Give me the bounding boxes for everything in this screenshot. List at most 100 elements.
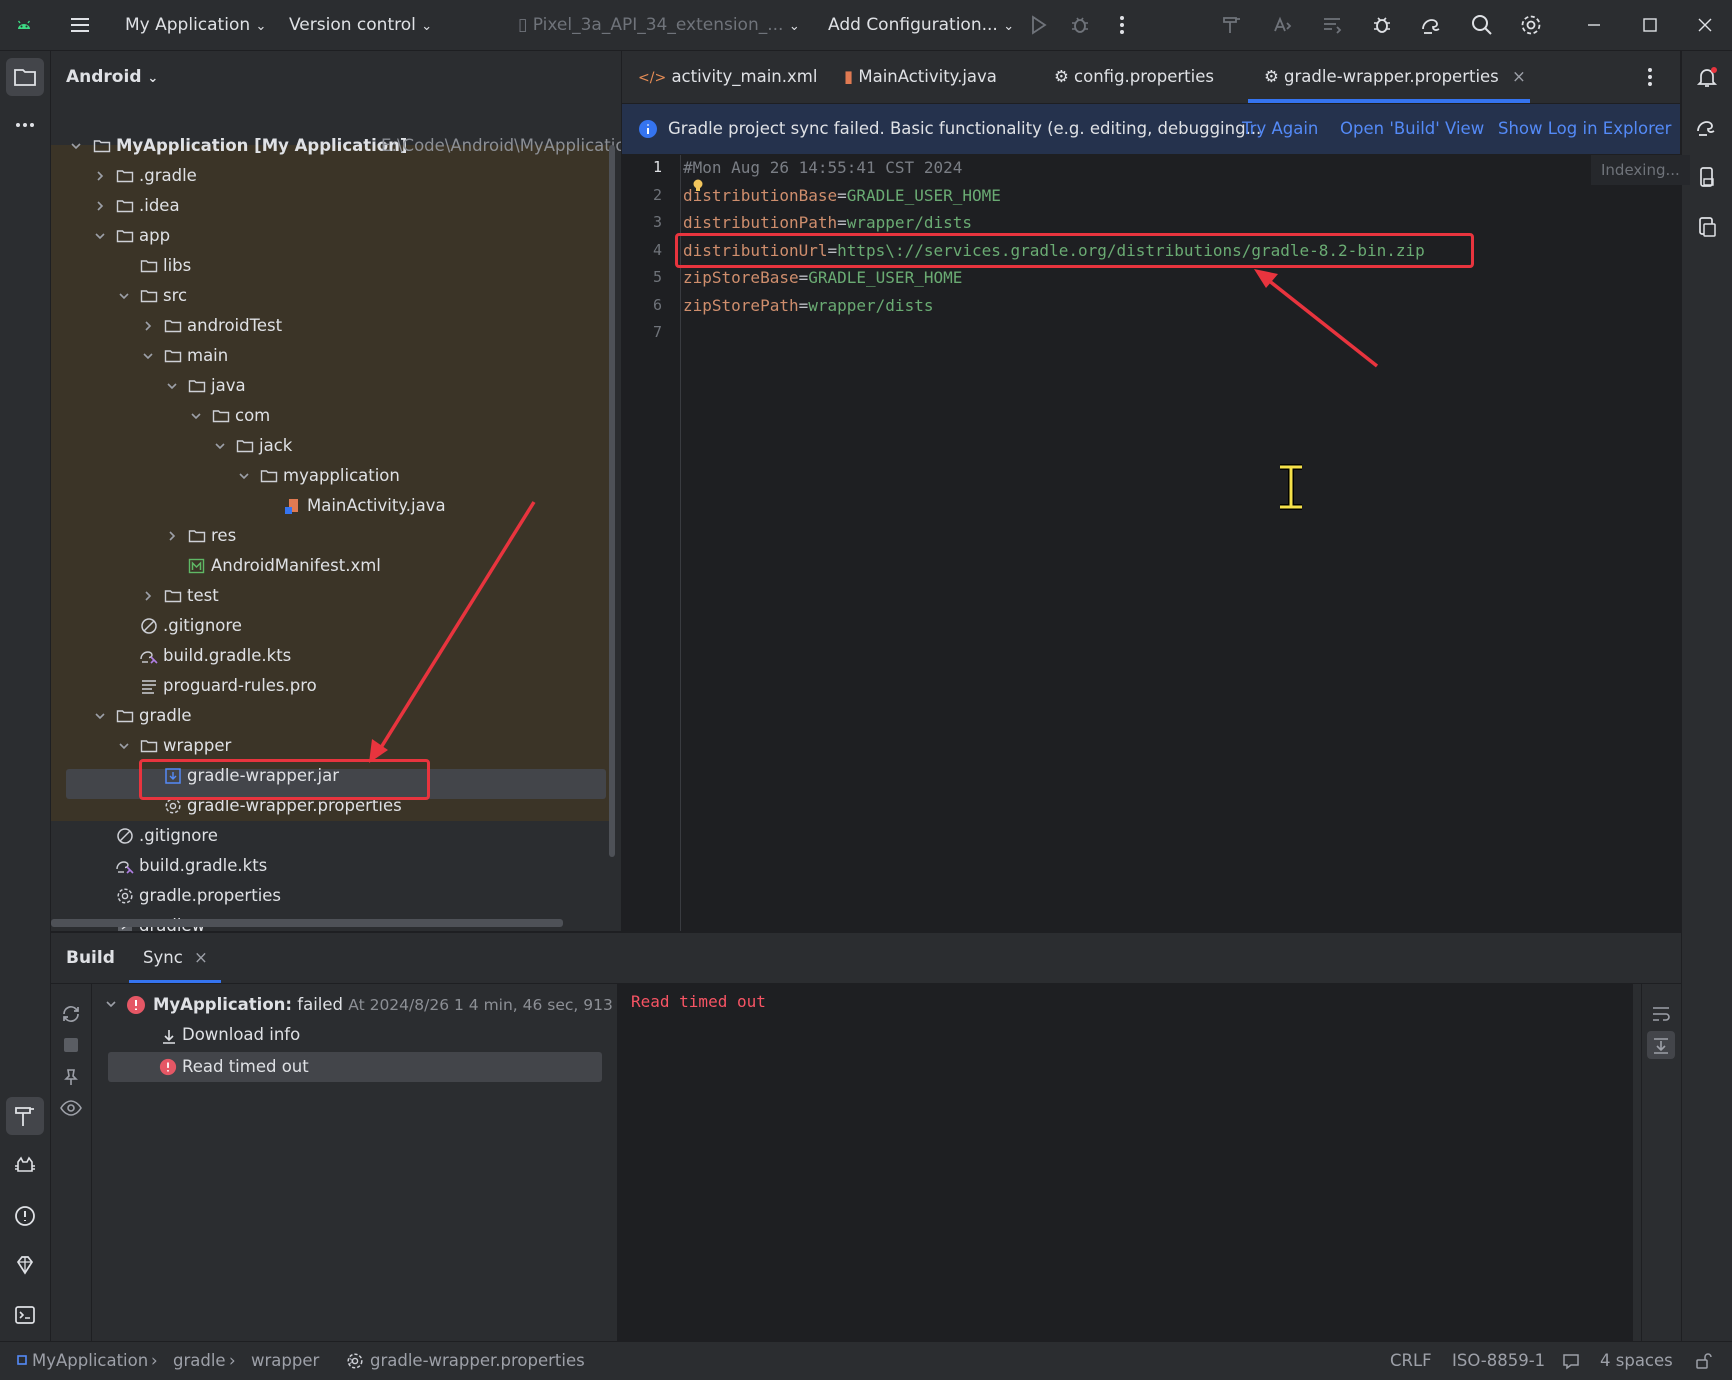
close-window-icon[interactable] (1693, 13, 1717, 37)
app-quality-icon[interactable] (13, 1253, 37, 1277)
code-line[interactable]: #Mon Aug 26 14:55:41 CST 2024 (683, 158, 962, 177)
chevron-down-icon[interactable] (118, 740, 130, 752)
project-switcher[interactable]: My Application ⌄ (125, 0, 266, 50)
encoding-indicator[interactable]: ISO-8859-1 (1452, 1342, 1545, 1380)
breadcrumb-item[interactable]: gradle (173, 1342, 226, 1380)
problems-icon[interactable] (13, 1204, 37, 1228)
more-tools-icon[interactable] (13, 113, 37, 137)
tree-item[interactable]: androidTest (51, 311, 621, 341)
breadcrumb-item[interactable]: MyApplication (32, 1342, 148, 1380)
run-icon[interactable] (1026, 13, 1050, 37)
apply-code-changes-icon[interactable] (1320, 13, 1344, 37)
chevron-down-icon[interactable] (166, 380, 178, 392)
more-actions-icon[interactable] (1110, 13, 1134, 37)
apply-changes-icon[interactable] (1270, 13, 1294, 37)
read-timed-out-item[interactable]: Read timed out (182, 1046, 309, 1088)
settings-gear-icon[interactable] (1519, 13, 1543, 37)
tree-item[interactable]: .gitignore (51, 611, 621, 641)
chevron-down-icon[interactable] (142, 350, 154, 362)
code-line[interactable]: zipStoreBase=GRADLE_USER_HOME (683, 268, 962, 287)
tree-item[interactable]: jack (51, 431, 621, 461)
reader-mode-icon[interactable] (1562, 1352, 1580, 1370)
open-build-view-link[interactable]: Open 'Build' View (1340, 104, 1484, 154)
vcs-menu[interactable]: Version control ⌄ (289, 0, 432, 50)
tree-item[interactable]: app (51, 221, 621, 251)
code-line[interactable]: zipStorePath=wrapper/dists (683, 296, 933, 315)
chevron-right-icon[interactable] (142, 320, 154, 332)
run-config-selector[interactable]: Add Configuration... ⌄ (828, 0, 1014, 50)
tab-gradle-wrapper-properties[interactable]: ⚙ gradle-wrapper.properties × (1264, 51, 1526, 103)
breadcrumb-item[interactable]: wrapper (251, 1342, 319, 1380)
debug-icon[interactable] (1068, 13, 1092, 37)
chevron-right-icon[interactable] (166, 530, 178, 542)
build-hammer-icon[interactable] (1220, 13, 1244, 37)
chevron-down-icon[interactable] (190, 410, 202, 422)
project-horizontal-scrollbar[interactable] (51, 919, 563, 927)
indent-indicator[interactable]: 4 spaces (1600, 1342, 1673, 1380)
chevron-down-icon[interactable] (104, 997, 118, 1011)
terminal-icon[interactable] (13, 1303, 37, 1327)
tree-root-item[interactable]: MyApplication [My Application] E:\Code\An… (51, 131, 621, 161)
device-selector[interactable]: ▯ Pixel_3a_API_34_extension_... ⌄ (518, 0, 800, 50)
scroll-to-end-icon[interactable] (1647, 1031, 1675, 1059)
chevron-down-icon[interactable] (94, 710, 106, 722)
minimize-icon[interactable] (1582, 13, 1606, 37)
intention-bulb-icon[interactable] (692, 179, 704, 193)
tab-main-activity-java[interactable]: ▮ MainActivity.java (844, 51, 997, 103)
tree-item[interactable]: gradle (51, 701, 621, 731)
tree-item[interactable]: .idea (51, 191, 621, 221)
tree-item[interactable]: .gitignore (51, 821, 621, 851)
tree-item[interactable]: AndroidManifest.xml (51, 551, 621, 581)
tree-item[interactable]: libs (51, 251, 621, 281)
project-tool-button[interactable] (6, 58, 44, 96)
tab-options-icon[interactable] (1646, 65, 1654, 89)
breadcrumb-item[interactable]: gradle-wrapper.properties (370, 1342, 585, 1380)
build-tab-title[interactable]: Build (66, 933, 115, 983)
sync-tab[interactable]: Sync × (143, 933, 208, 983)
build-tool-button[interactable] (6, 1097, 44, 1135)
chevron-down-icon[interactable] (70, 140, 82, 152)
maximize-icon[interactable] (1638, 13, 1662, 37)
lock-icon[interactable] (1694, 1352, 1712, 1370)
resync-icon[interactable] (60, 1003, 82, 1025)
stop-icon[interactable] (64, 1038, 78, 1052)
main-menu-icon[interactable] (68, 13, 92, 37)
chevron-down-icon[interactable] (214, 440, 226, 452)
tree-item[interactable]: wrapper (51, 731, 621, 761)
tree-item[interactable]: gradle.properties (51, 881, 621, 911)
chevron-down-icon[interactable] (118, 290, 130, 302)
gradle-elephant-icon[interactable] (1695, 115, 1719, 139)
notifications-bell-icon[interactable] (1695, 65, 1719, 89)
show-log-link[interactable]: Show Log in Explorer (1498, 104, 1671, 154)
logcat-icon[interactable] (13, 1154, 37, 1178)
chevron-right-icon[interactable] (94, 170, 106, 182)
try-again-link[interactable]: Try Again (1242, 104, 1318, 154)
tree-item[interactable]: build.gradle.kts (51, 641, 621, 671)
tree-item[interactable]: build.gradle.kts (51, 851, 621, 881)
device-manager-icon[interactable] (1695, 165, 1719, 189)
tree-item[interactable]: proguard-rules.pro (51, 671, 621, 701)
tab-config-properties[interactable]: ⚙ config.properties (1054, 51, 1214, 103)
chevron-down-icon[interactable] (94, 230, 106, 242)
project-view-selector[interactable]: Android ⌄ (66, 51, 158, 103)
tree-item[interactable]: .gradle (51, 161, 621, 191)
tree-item[interactable]: test (51, 581, 621, 611)
eye-filter-icon[interactable] (59, 1098, 83, 1118)
tab-activity-main-xml[interactable]: </> activity_main.xml (638, 51, 817, 103)
code-editor[interactable]: 1 2 3 4 5 6 7 #Mon Aug 26 14:55:41 CST 2024 dis… (622, 155, 1690, 931)
pin-icon[interactable] (61, 1067, 81, 1087)
gradle-sync-icon[interactable] (1420, 13, 1444, 37)
soft-wrap-icon[interactable] (1650, 1004, 1672, 1024)
tree-item[interactable]: src (51, 281, 621, 311)
tree-item[interactable]: res (51, 521, 621, 551)
tree-item[interactable]: java (51, 371, 621, 401)
code-line[interactable]: distributionBase=GRADLE_USER_HOME (683, 186, 1001, 205)
device-explorer-icon[interactable] (1695, 215, 1719, 239)
line-separator-indicator[interactable]: CRLF (1390, 1342, 1432, 1380)
search-icon[interactable] (1470, 13, 1494, 37)
tree-item[interactable]: main (51, 341, 621, 371)
build-console[interactable]: Read timed out (617, 984, 1633, 1341)
chevron-down-icon[interactable] (238, 470, 250, 482)
tree-item[interactable]: myapplication (51, 461, 621, 491)
tree-item[interactable]: MainActivity.java (51, 491, 621, 521)
